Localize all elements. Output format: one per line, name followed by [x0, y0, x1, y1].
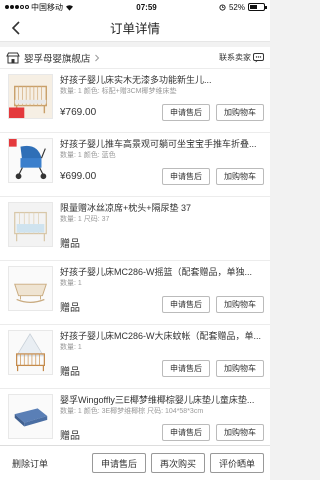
order-action-bar: 删除订单 申请售后 再次购买 评价晒单 — [0, 445, 270, 480]
add-to-cart-button[interactable]: 加购物车 — [216, 168, 264, 185]
apply-after-sales-button[interactable]: 申请售后 — [162, 296, 210, 313]
shop-header[interactable]: 婴孚母婴旗舰店 联系卖家 — [0, 47, 270, 69]
product-name[interactable]: 婴孚Wingoffly三E椰梦维椰棕婴儿床垫儿童床垫... — [60, 394, 264, 406]
order-item[interactable]: 好孩子婴儿床MC286-W摇篮（配套赠品，单独... 数量: 1 赠品 申请售后… — [0, 261, 270, 325]
product-price: 赠品 — [60, 303, 80, 314]
product-price: 赠品 — [60, 367, 80, 378]
order-item[interactable]: 限量赠冰丝凉席+枕头+隔尿垫 37 数量: 1 尺码: 37 赠品 — [0, 197, 270, 261]
chevron-right-icon — [94, 54, 99, 61]
product-spec: 数量: 1 尺码: 37 — [60, 216, 110, 223]
product-thumbnail-bedding-set[interactable] — [8, 202, 53, 247]
product-thumbnail-cradle[interactable] — [8, 266, 53, 311]
battery-icon — [247, 3, 267, 11]
order-item[interactable]: 婴孚Wingoffly三E椰梦维椰棕婴儿床垫儿童床垫... 数量: 1 颜色: … — [0, 389, 270, 453]
carrier-label: 中国移动 — [31, 2, 63, 12]
page-title: 订单详情 — [109, 22, 160, 36]
add-to-cart-button[interactable]: 加购物车 — [216, 360, 264, 377]
add-to-cart-button[interactable]: 加购物车 — [216, 424, 264, 441]
product-price: 赠品 — [60, 431, 80, 442]
product-name[interactable]: 限量赠冰丝凉席+枕头+隔尿垫 37 — [60, 202, 264, 214]
product-price: 赠品 — [60, 239, 80, 250]
clock: 07:59 — [136, 2, 157, 12]
nav-bar: 订单详情 — [0, 14, 270, 42]
product-spec: 数量: 1 颜色: 3E椰梦维椰棕 尺码: 104*58*3cm — [60, 408, 204, 415]
status-bar: 中国移动 07:59 52% — [0, 0, 270, 14]
product-thumbnail-stroller[interactable] — [8, 138, 53, 183]
add-to-cart-button[interactable]: 加购物车 — [216, 104, 264, 121]
review-order-button[interactable]: 评价晒单 — [209, 453, 264, 473]
product-spec: 数量: 1 — [60, 280, 82, 287]
product-thumbnail-crib[interactable] — [8, 74, 53, 119]
product-price: ¥699.00 — [60, 171, 97, 182]
product-name[interactable]: 好孩子婴儿床MC286-W摇篮（配套赠品，单独... — [60, 266, 264, 278]
shop-name[interactable]: 婴孚母婴旗舰店 — [24, 51, 91, 65]
product-name[interactable]: 好孩子婴儿床实木无漆多功能新生儿... — [60, 74, 264, 86]
store-icon — [6, 52, 20, 63]
delete-order-button[interactable]: 删除订单 — [12, 457, 48, 470]
order-item[interactable]: 好孩子婴儿推车高景观可躺可坐宝宝手推车折叠... 数量: 1 颜色: 蓝色 ¥6… — [0, 133, 270, 197]
chat-icon — [253, 52, 264, 62]
contact-seller-label: 联系卖家 — [219, 53, 251, 62]
order-item[interactable]: 好孩子婴儿床实木无漆多功能新生儿... 数量: 1 颜色: 标配+赠3CM椰梦维… — [0, 69, 270, 133]
alarm-icon — [219, 3, 226, 11]
order-item[interactable]: 好孩子婴儿床MC286-W大床蚊帐（配套赠品，单... 数量: 1 赠品 申请售… — [0, 325, 270, 389]
product-spec: 数量: 1 颜色: 标配+赠3CM椰梦维床垫 — [60, 88, 177, 95]
product-thumbnail-mosquito-net[interactable] — [8, 330, 53, 375]
product-thumbnail-mattress[interactable] — [8, 394, 53, 439]
apply-after-sales-order-button[interactable]: 申请售后 — [91, 453, 146, 473]
battery-percent: 52% — [228, 2, 245, 12]
product-name[interactable]: 好孩子婴儿推车高景观可躺可坐宝宝手推车折叠... — [60, 138, 264, 150]
product-name[interactable]: 好孩子婴儿床MC286-W大床蚊帐（配套赠品，单... — [60, 330, 264, 342]
apply-after-sales-button[interactable]: 申请售后 — [162, 168, 210, 185]
apply-after-sales-button[interactable]: 申请售后 — [162, 424, 210, 441]
apply-after-sales-button[interactable]: 申请售后 — [162, 104, 210, 121]
apply-after-sales-button[interactable]: 申请售后 — [162, 360, 210, 377]
product-spec: 数量: 1 颜色: 蓝色 — [60, 152, 116, 159]
signal-icon — [5, 5, 29, 9]
wifi-icon — [66, 4, 73, 11]
product-spec: 数量: 1 — [60, 344, 82, 351]
buy-again-button[interactable]: 再次购买 — [150, 453, 205, 473]
order-item-list: 好孩子婴儿床实木无漆多功能新生儿... 数量: 1 颜色: 标配+赠3CM椰梦维… — [0, 69, 270, 453]
back-arrow-icon[interactable] — [8, 19, 26, 37]
add-to-cart-button[interactable]: 加购物车 — [216, 296, 264, 313]
contact-seller-button[interactable]: 联系卖家 — [219, 52, 264, 63]
product-price: ¥769.00 — [60, 107, 97, 118]
